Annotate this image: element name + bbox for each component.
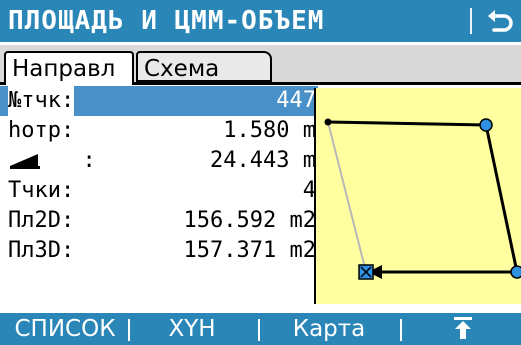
slope-icon: [10, 154, 40, 169]
softkey-bar: СПИСОК XYH Карта: [0, 313, 521, 345]
move-top-icon: [453, 317, 472, 339]
row-label: hотр:: [8, 118, 75, 143]
device-screen: ПЛОЩАДЬ И ЦММ-ОБЪЕМ Направл Схема №тчк: …: [0, 0, 521, 345]
title-separator: [470, 8, 472, 34]
polygon-edge: [327, 120, 487, 127]
row-points-count[interactable]: Тчки: 4: [0, 176, 318, 206]
row-value: 1.580 m: [223, 118, 316, 143]
row-point-number[interactable]: №тчк: 447: [0, 86, 318, 116]
row-slope-distance[interactable]: : 24.443 m: [0, 146, 318, 176]
list-softkey[interactable]: СПИСОК: [4, 313, 126, 345]
area-schema-panel[interactable]: [314, 88, 521, 304]
row-label: Пл3D:: [8, 238, 75, 263]
row-label-group: :: [8, 146, 96, 176]
polygon-diagram: [324, 118, 521, 280]
row-label: Пл2D:: [8, 208, 75, 233]
row-value: 156.592 m2: [183, 208, 316, 233]
row-label: :: [82, 148, 96, 173]
tab-bar: Направл Схема: [0, 45, 521, 85]
map-softkey[interactable]: Карта: [262, 313, 396, 345]
title-bar: ПЛОЩАДЬ И ЦММ-ОБЪЕМ: [0, 0, 521, 42]
softkey-separator: [400, 319, 402, 341]
back-button[interactable]: [482, 4, 516, 38]
closing-edge: [327, 121, 367, 273]
polygon-edge: [484, 124, 519, 273]
row-value: 447: [276, 88, 316, 113]
polygon-point: [479, 118, 493, 132]
row-value: 24.443 m: [210, 148, 316, 173]
return-icon: [488, 10, 513, 32]
row-label: Тчки:: [8, 178, 75, 203]
row-area-2d[interactable]: Пл2D: 156.592 m2: [0, 206, 318, 236]
softkey-separator: [128, 319, 130, 341]
row-area-3d[interactable]: Пл3D: 157.371 m2: [0, 236, 318, 266]
polygon-point: [510, 265, 521, 279]
softkey-separator: [258, 319, 260, 341]
move-top-softkey[interactable]: [404, 313, 521, 345]
tab-direction[interactable]: Направл: [4, 51, 134, 85]
polygon-point: [324, 118, 332, 126]
row-target-height[interactable]: hотр: 1.580 m: [0, 116, 318, 146]
xyh-softkey[interactable]: XYH: [132, 313, 252, 345]
row-label: №тчк:: [8, 86, 75, 116]
page-title: ПЛОЩАДЬ И ЦММ-ОБЪЕМ: [8, 6, 325, 36]
tab-schema[interactable]: Схема: [136, 51, 272, 82]
row-value: 157.371 m2: [183, 238, 316, 263]
